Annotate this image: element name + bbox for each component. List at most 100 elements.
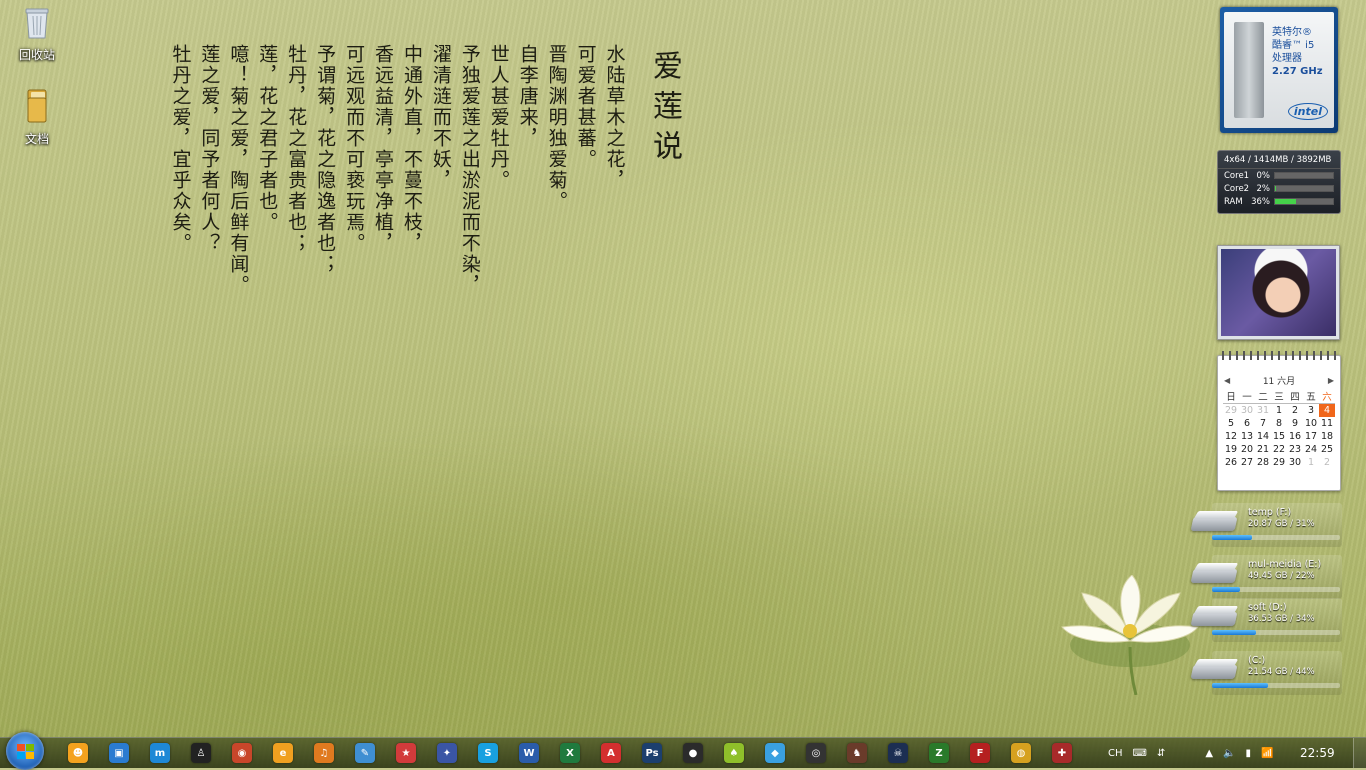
calendar-day[interactable]: 12: [1223, 430, 1239, 443]
app-acrobat-icon[interactable]: A: [601, 743, 621, 763]
calendar-day[interactable]: 30: [1239, 404, 1255, 418]
calendar-day[interactable]: 5: [1223, 417, 1239, 430]
drive-usage-fill: [1212, 535, 1252, 540]
cpu-speed: 2.27 GHz: [1272, 66, 1323, 77]
calendar-week: 12 13 14 15 16 17 18: [1223, 430, 1335, 443]
calendar-day[interactable]: 30: [1287, 456, 1303, 469]
calendar-day[interactable]: 14: [1255, 430, 1271, 443]
ime-options-icon[interactable]: ⇵: [1157, 748, 1165, 759]
drive-usage-bar: [1212, 630, 1340, 635]
app-orange-e-icon[interactable]: e: [273, 743, 293, 763]
app-camera-icon[interactable]: ●: [683, 743, 703, 763]
app-word-icon[interactable]: W: [519, 743, 539, 763]
calendar-day-today[interactable]: 4: [1319, 403, 1335, 417]
calendar-week: 19 20 21 22 23 24 25: [1223, 443, 1335, 456]
app-coin-icon[interactable]: ◍: [1011, 743, 1031, 763]
calendar-gadget[interactable]: ◀ 11 六月 ▶ 日 一 二 三 四 五 六 29 30 31 1 2 3 4…: [1217, 351, 1341, 491]
app-maxthon-icon[interactable]: m: [150, 743, 170, 763]
calendar-day[interactable]: 22: [1271, 443, 1287, 456]
calendar-day[interactable]: 1: [1303, 456, 1319, 469]
calendar-day[interactable]: 1: [1271, 404, 1287, 418]
poem-line: 晋陶渊明独爱菊。: [545, 44, 568, 212]
poem-line: 世人甚爱牡丹。: [487, 44, 510, 191]
calendar-day[interactable]: 26: [1223, 456, 1239, 469]
calendar-day[interactable]: 16: [1287, 430, 1303, 443]
calendar-next-icon[interactable]: ▶: [1328, 376, 1334, 385]
app-qq-icon[interactable]: ♙: [191, 743, 211, 763]
app-star-icon[interactable]: ★: [396, 743, 416, 763]
calendar-day[interactable]: 19: [1223, 443, 1239, 456]
app-cube-icon[interactable]: ◆: [765, 743, 785, 763]
drive-item[interactable]: mul-meidia (E:) 49.45 GB / 22%: [1190, 555, 1342, 599]
app-photoshop-icon[interactable]: Ps: [642, 743, 662, 763]
drive-info: 20.87 GB / 31%: [1248, 519, 1315, 529]
app-shield-icon[interactable]: ✚: [1052, 743, 1072, 763]
volume-icon[interactable]: 🔈: [1223, 748, 1235, 759]
calendar-day[interactable]: 9: [1287, 417, 1303, 430]
calendar-day[interactable]: 15: [1271, 430, 1287, 443]
calendar-day[interactable]: 3: [1303, 404, 1319, 418]
app-tool-icon[interactable]: ✎: [355, 743, 375, 763]
slideshow-photo: [1221, 249, 1336, 336]
tray-expand-icon[interactable]: ▲: [1205, 748, 1213, 759]
meter-row-value: 0%: [1256, 170, 1271, 181]
calendar-day[interactable]: 8: [1271, 417, 1287, 430]
calendar-day[interactable]: 17: [1303, 430, 1319, 443]
poem-line: 莲之爱，同予者何人？: [198, 44, 221, 254]
app-starblue-icon[interactable]: ✦: [437, 743, 457, 763]
calendar-day[interactable]: 23: [1287, 443, 1303, 456]
calendar-day[interactable]: 18: [1319, 430, 1335, 443]
calendar-day[interactable]: 11: [1319, 417, 1335, 430]
battery-icon[interactable]: ▮: [1246, 748, 1252, 759]
meter-row-value: 36%: [1251, 196, 1270, 207]
drive-item[interactable]: (C:) 21.54 GB / 44%: [1190, 651, 1342, 695]
calendar-day[interactable]: 25: [1319, 443, 1335, 456]
calendar-day[interactable]: 2: [1287, 404, 1303, 418]
app-f-icon[interactable]: F: [970, 743, 990, 763]
desktop-icon-recycle-bin[interactable]: 回收站: [7, 6, 67, 63]
app-bird-icon[interactable]: ♠: [724, 743, 744, 763]
app-guitar-icon[interactable]: ♫: [314, 743, 334, 763]
language-indicator[interactable]: CH: [1108, 748, 1123, 759]
calendar-weekday: 六: [1319, 389, 1335, 404]
network-icon[interactable]: 📶: [1261, 748, 1273, 759]
cpu-meter-gadget[interactable]: 4x64 / 1414MB / 3892MB Core1 0% Core2 2%…: [1217, 150, 1341, 214]
hard-drive-icon: [1190, 563, 1240, 585]
app-z-icon[interactable]: Z: [929, 743, 949, 763]
taskbar-clock[interactable]: 22:59: [1300, 746, 1335, 760]
calendar-day[interactable]: 10: [1303, 417, 1319, 430]
calendar-day[interactable]: 21: [1255, 443, 1271, 456]
show-desktop-button[interactable]: [1353, 738, 1366, 768]
app-skype-icon[interactable]: S: [478, 743, 498, 763]
calendar-day[interactable]: 29: [1271, 456, 1287, 469]
desktop-icon-documents[interactable]: 文档: [7, 88, 67, 147]
calendar-day[interactable]: 29: [1223, 404, 1239, 418]
calendar-day[interactable]: 6: [1239, 417, 1255, 430]
calendar-day[interactable]: 20: [1239, 443, 1255, 456]
calendar-day[interactable]: 27: [1239, 456, 1255, 469]
calendar-day[interactable]: 13: [1239, 430, 1255, 443]
app-knight-icon[interactable]: ♞: [847, 743, 867, 763]
calendar-day[interactable]: 2: [1319, 456, 1335, 469]
cpu-gadget[interactable]: 英特尔® 酷睿™ i5 处理器 2.27 GHz intel: [1220, 7, 1338, 133]
app-window-icon[interactable]: ▣: [109, 743, 129, 763]
cpu-brand-line: 酷睿™ i5: [1272, 40, 1315, 51]
desktop-icon-label: 回收站: [18, 48, 55, 62]
slideshow-gadget[interactable]: [1217, 245, 1340, 340]
drive-item[interactable]: soft (D:) 36.53 GB / 34%: [1190, 598, 1342, 642]
app-sphere-icon[interactable]: ◉: [232, 743, 252, 763]
calendar-day[interactable]: 24: [1303, 443, 1319, 456]
calendar-day[interactable]: 28: [1255, 456, 1271, 469]
app-mask-icon[interactable]: ◎: [806, 743, 826, 763]
calendar-weekday: 四: [1287, 389, 1303, 404]
calendar-day[interactable]: 31: [1255, 404, 1271, 418]
app-skull-icon[interactable]: ☠: [888, 743, 908, 763]
calendar-day[interactable]: 7: [1255, 417, 1271, 430]
poem-line: 噫！菊之爱，陶后鲜有闻。: [227, 44, 250, 296]
keyboard-icon[interactable]: ⌨: [1133, 748, 1147, 759]
app-orange-face-icon[interactable]: ☻: [68, 743, 88, 763]
calendar-prev-icon[interactable]: ◀: [1224, 376, 1230, 385]
app-excel-icon[interactable]: X: [560, 743, 580, 763]
start-button[interactable]: [6, 732, 44, 770]
drive-item[interactable]: temp (F:) 20.87 GB / 31%: [1190, 503, 1342, 547]
